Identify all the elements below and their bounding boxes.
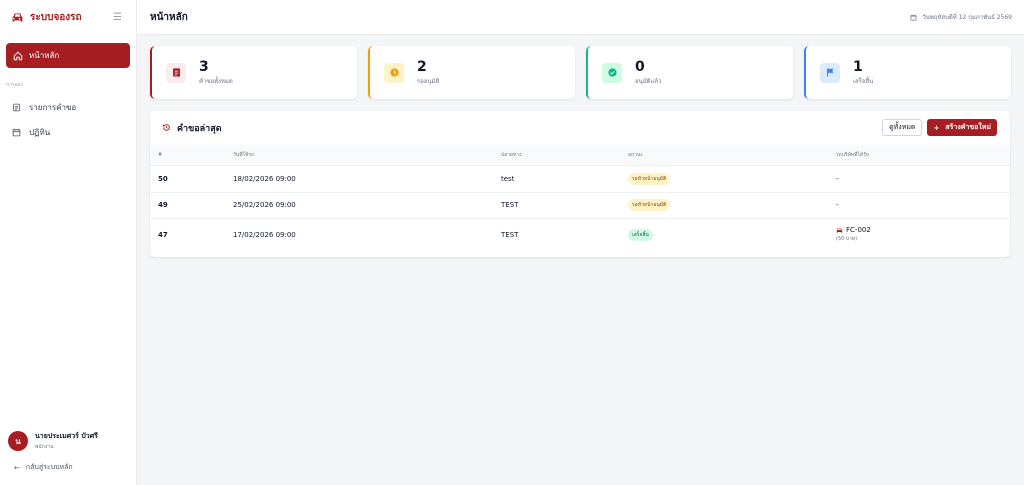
requests-table: # วันที่ใช้รถ ปลายทาง สถานะ รถบริษัทที่ไ…	[150, 145, 1010, 251]
recent-requests-panel: คำขอล่าสุด ดูทั้งหมด + สร้างคำขอใหม่ # ว…	[150, 111, 1010, 257]
cell-car: -	[836, 164, 1010, 192]
plus-icon: +	[933, 123, 940, 132]
flag-icon	[820, 62, 840, 83]
sidebar: ระบบจองรถ ☰ หน้าหลัก การจอง รายการคำขอ ป…	[0, 0, 137, 485]
stat-value: 1	[853, 58, 863, 75]
page-title: หน้าหลัก	[150, 11, 188, 23]
stat-label: รออนุมัติ	[417, 77, 440, 85]
sidebar-section-label: การจอง	[6, 82, 23, 88]
home-icon	[13, 51, 23, 60]
panel-title: คำขอล่าสุด	[177, 124, 222, 134]
brand-title: ระบบจองรถ	[30, 12, 82, 23]
table-header-row: # วันที่ใช้รถ ปลายทาง สถานะ รถบริษัทที่ไ…	[150, 145, 1010, 165]
cell-id: 50	[150, 164, 233, 192]
column-header: รถบริษัทที่ได้รับ	[836, 151, 870, 158]
user-profile[interactable]: น นายประเมศวร์ บัวศรี พนักงาน	[8, 431, 98, 451]
stat-card-approved[interactable]: 0 อนุมัติแล้ว	[586, 46, 793, 99]
cell-destination: TEST	[501, 191, 628, 218]
sidebar-item-home[interactable]: หน้าหลัก	[6, 43, 130, 68]
car-icon	[836, 228, 843, 233]
column-header: #	[158, 151, 163, 158]
car-note: (50 บาท)	[836, 236, 858, 243]
current-date: วันพฤหัสบดีที่ 12 กุมภาพันธ์ 2569	[910, 12, 1012, 22]
status-badge: รอหัวหน้าอนุมัติ	[628, 199, 671, 211]
cell-id: 49	[150, 191, 233, 218]
table-row[interactable]: 50 18/02/2026 09:00 test รอหัวหน้าอนุมัต…	[150, 164, 1010, 192]
calendar-icon	[910, 14, 917, 20]
sidebar-item-label: ปฏิทิน	[29, 127, 51, 137]
sidebar-item-calendar[interactable]: ปฏิทิน	[0, 125, 136, 139]
cell-date: 18/02/2026 09:00	[233, 164, 501, 192]
clock-icon	[384, 62, 404, 83]
cell-car: FC-002 (50 บาท)	[836, 217, 1010, 251]
date-text: วันพฤหัสบดีที่ 12 กุมภาพันธ์ 2569	[922, 14, 1012, 21]
cell-date: 25/02/2026 09:00	[233, 191, 501, 218]
car-icon	[10, 11, 24, 25]
column-header: สถานะ	[628, 151, 643, 158]
cell-destination: TEST	[501, 217, 628, 251]
cell-date: 17/02/2026 09:00	[233, 217, 501, 251]
status-badge: รอหัวหน้าอนุมัติ	[628, 172, 671, 185]
stat-value: 2	[417, 58, 427, 75]
sidebar-item-label: รายการคำขอ	[29, 102, 77, 112]
view-all-button[interactable]: ดูทั้งหมด	[882, 119, 923, 136]
avatar: น	[8, 431, 28, 451]
arrow-left-icon: ←	[14, 463, 20, 472]
stat-label: อนุมัติแล้ว	[635, 77, 662, 85]
stat-value: 3	[199, 58, 209, 75]
topbar: หน้าหลัก วันพฤหัสบดีที่ 12 กุมภาพันธ์ 25…	[137, 0, 1024, 35]
main-content: หน้าหลัก วันพฤหัสบดีที่ 12 กุมภาพันธ์ 25…	[137, 0, 1024, 485]
back-link-label: กลับสู่ระบบหลัก	[25, 463, 73, 471]
back-to-main-link[interactable]: ← กลับสู่ระบบหลัก	[14, 462, 73, 473]
stat-card-total[interactable]: 3 คำขอทั้งหมด	[150, 46, 357, 99]
column-header: วันที่ใช้รถ	[233, 151, 255, 158]
calendar-icon	[12, 128, 21, 136]
stat-label: คำขอทั้งหมด	[199, 77, 233, 85]
menu-toggle-icon[interactable]: ☰	[113, 12, 122, 23]
stat-label: เสร็จสิ้น	[853, 77, 874, 85]
new-request-label: สร้างคำขอใหม่	[945, 123, 991, 131]
sidebar-item-label: หน้าหลัก	[29, 51, 60, 60]
status-badge: เสร็จสิ้น	[628, 228, 653, 241]
stat-card-pending[interactable]: 2 รออนุมัติ	[368, 46, 575, 99]
user-role: พนักงาน	[35, 444, 54, 450]
stat-value: 0	[635, 58, 645, 75]
column-header: ปลายทาง	[501, 151, 522, 158]
sidebar-item-requests[interactable]: รายการคำขอ	[0, 100, 136, 114]
new-request-button[interactable]: + สร้างคำขอใหม่	[927, 119, 997, 136]
car-plate: FC-002	[846, 226, 871, 235]
stat-card-completed[interactable]: 1 เสร็จสิ้น	[804, 46, 1011, 99]
cell-destination: test	[501, 164, 628, 192]
check-circle-icon	[602, 62, 622, 83]
table-row[interactable]: 47 17/02/2026 09:00 TEST เสร็จสิ้น FC-00…	[150, 217, 1010, 251]
table-row[interactable]: 49 25/02/2026 09:00 TEST รอหัวหน้าอนุมัต…	[150, 191, 1010, 218]
history-icon	[162, 123, 171, 134]
request-list-icon	[166, 62, 186, 83]
stats-row: 3 คำขอทั้งหมด 2 รออนุมัติ 0 อนุมัติแล้ว …	[137, 35, 1024, 99]
document-list-icon	[13, 103, 20, 111]
cell-id: 47	[150, 217, 233, 251]
cell-car: -	[836, 191, 1010, 218]
user-name: นายประเมศวร์ บัวศรี	[35, 432, 98, 440]
